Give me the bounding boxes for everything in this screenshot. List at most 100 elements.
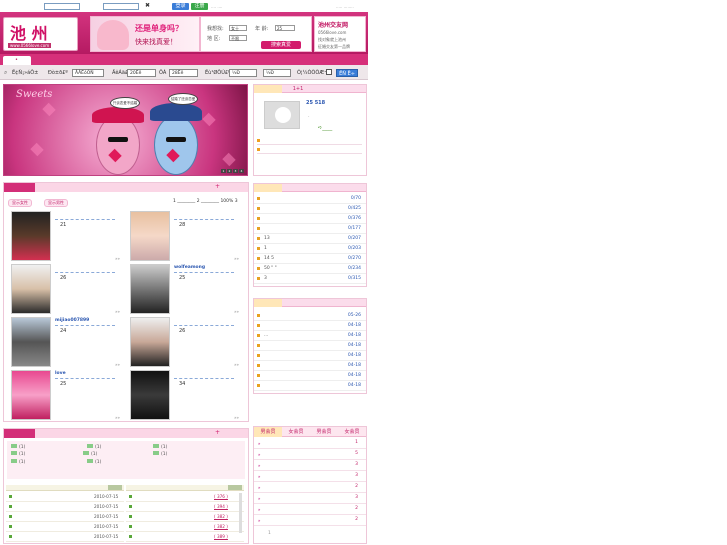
ranking-row[interactable]: » 2 <box>254 504 366 515</box>
more-button[interactable] <box>108 485 122 490</box>
slide-dot[interactable]: 2 <box>227 169 232 173</box>
list-item[interactable]: 04-18 <box>254 361 366 371</box>
tab-female-rank[interactable]: 女会员 <box>282 427 310 437</box>
list-item[interactable]: 05-26 <box>254 311 366 321</box>
list-item[interactable]: ( 389 ) <box>126 532 244 542</box>
province-select[interactable]: ½Ð <box>229 69 257 77</box>
site-ad[interactable]: 池州交友网 0566love.com 找对象就上池州 征婚交友第一品牌 <box>314 16 366 52</box>
member-card[interactable]: 34 »» <box>125 369 245 421</box>
top-links[interactable]: .... .... <box>211 4 222 9</box>
panel-tab-2[interactable]: 1+1 <box>284 86 312 92</box>
slide-dot[interactable]: 4 <box>239 169 244 173</box>
password-input[interactable] <box>103 3 139 10</box>
login-button[interactable]: 登录 <box>172 3 189 10</box>
slide-dot[interactable]: 3 <box>233 169 238 173</box>
list-item[interactable]: 13 0/207 <box>254 234 366 244</box>
member-photo[interactable] <box>11 317 51 367</box>
member-photo[interactable] <box>11 211 51 261</box>
member-more-link[interactable]: »» <box>115 256 120 261</box>
banner-ad[interactable]: 还是单身吗？ 快来找真爱！ <box>90 16 200 52</box>
panel-tab-1[interactable] <box>254 299 282 307</box>
list-item[interactable]: 04-18 <box>254 341 366 351</box>
slide-dot[interactable]: 1 <box>221 169 226 173</box>
list-item[interactable]: 0/425 <box>254 204 366 214</box>
register-button[interactable]: 注册 <box>191 3 208 10</box>
scrollbar[interactable] <box>239 493 242 533</box>
member-card[interactable]: 28 »» <box>125 210 245 262</box>
tab-male[interactable]: 显示男性 <box>44 199 68 207</box>
member-card[interactable]: 26 »» <box>6 263 126 315</box>
item-count[interactable]: ( 394 ) <box>214 504 228 509</box>
activity-item[interactable]: (1) <box>11 459 25 465</box>
member-more-link[interactable]: »» <box>115 362 120 367</box>
member-photo[interactable] <box>11 370 51 420</box>
list-item[interactable]: 50 " " 0/234 <box>254 264 366 274</box>
search-love-button[interactable]: 搜索真爱 <box>261 41 301 49</box>
gender-filter-select[interactable]: ÅÂËóÓÑ <box>72 69 104 77</box>
member-card[interactable]: 21 »» <box>6 210 126 262</box>
member-card[interactable]: wolfeamong 25 »» <box>125 263 245 315</box>
list-item[interactable]: 0/70 <box>254 194 366 204</box>
tab-male-rank-2[interactable]: 男会员 <box>310 427 338 437</box>
member-name[interactable]: love <box>55 371 66 376</box>
member-photo[interactable] <box>130 317 170 367</box>
member-more-link[interactable]: »» <box>115 415 120 420</box>
member-name[interactable]: wolfeamong <box>174 265 205 270</box>
ranking-row[interactable]: » 5 <box>254 449 366 460</box>
area-select[interactable]: 不限 <box>229 35 247 41</box>
tab-female-rank-2[interactable]: 女会员 <box>338 427 366 437</box>
age-select[interactable]: 25 <box>275 25 295 31</box>
list-item[interactable]: 1 0/203 <box>254 244 366 254</box>
panel-tab-1[interactable] <box>254 85 282 93</box>
ranking-row[interactable]: » 2 <box>254 515 366 526</box>
list-item[interactable]: 04-18 <box>254 381 366 391</box>
activity-item[interactable]: (1) <box>11 444 25 450</box>
top-right-links[interactable]: ..... ........ <box>336 4 354 9</box>
activity-item[interactable]: (1) <box>83 451 97 457</box>
activity-item[interactable]: (1) <box>87 444 101 450</box>
ranking-row[interactable]: » 3 <box>254 471 366 482</box>
list-item[interactable]: ... 04-18 <box>254 331 366 341</box>
item-count[interactable]: ( 382 ) <box>214 524 228 529</box>
username-input[interactable] <box>44 3 80 10</box>
item-count[interactable]: ( 389 ) <box>214 534 228 539</box>
member-photo[interactable] <box>11 264 51 314</box>
nav-tab-home[interactable]: • <box>3 56 31 65</box>
member-card[interactable]: 26 »» <box>125 316 245 368</box>
member-more-link[interactable]: »» <box>115 309 120 314</box>
activity-item[interactable]: (1) <box>153 451 167 457</box>
view-profile-link[interactable]: ➪____ <box>318 125 332 131</box>
member-card[interactable]: love 25 »» <box>6 369 126 421</box>
member-photo[interactable] <box>130 211 170 261</box>
list-item[interactable]: 04-18 <box>254 351 366 361</box>
item-count[interactable]: ( 376 ) <box>214 494 228 499</box>
age-from-select[interactable]: 20Ëê <box>127 69 156 77</box>
activity-item[interactable]: (1) <box>87 459 101 465</box>
list-item[interactable]: 2010-07-15 <box>6 512 124 522</box>
member-more-link[interactable]: »» <box>234 309 239 314</box>
list-item[interactable]: 2010-07-15 <box>6 522 124 532</box>
item-count[interactable]: ( 382 ) <box>214 514 228 519</box>
list-item[interactable]: 04-18 <box>254 371 366 381</box>
list-item[interactable]: 04-18 <box>254 321 366 331</box>
gender-select[interactable]: 女士 <box>229 25 247 31</box>
age-to-select[interactable]: 28Ëê <box>169 69 198 77</box>
city-select[interactable]: ½Ð <box>263 69 291 77</box>
tab-female[interactable]: 显示女性 <box>8 199 32 207</box>
activity-item[interactable]: (1) <box>11 451 25 457</box>
ranking-row[interactable]: » 2 <box>254 482 366 493</box>
default-avatar[interactable] <box>264 101 300 129</box>
featured-slideshow[interactable]: Sweets 只谈恋爱不结婚 结婚了还谈恋爱 1 2 3 4 <box>3 84 248 176</box>
member-name[interactable]: mijiao007899 <box>55 318 89 323</box>
member-pager[interactable]: 1 ________ 2 ________ 100% 3 <box>173 199 238 204</box>
member-more-link[interactable]: »» <box>234 415 239 420</box>
ranking-row[interactable]: » 1 <box>254 438 366 449</box>
list-item[interactable]: 2010-07-15 <box>6 492 124 502</box>
list-item[interactable]: ( 376 ) <box>126 492 244 502</box>
list-item[interactable]: ( 382 ) <box>126 522 244 532</box>
ranking-row[interactable]: » 3 <box>254 493 366 504</box>
list-item[interactable]: 14 5 0/270 <box>254 254 366 264</box>
member-id[interactable]: 25 518 <box>306 100 325 106</box>
list-item[interactable]: ( 382 ) <box>126 512 244 522</box>
tab-male-rank[interactable]: 男会员 <box>254 427 282 437</box>
